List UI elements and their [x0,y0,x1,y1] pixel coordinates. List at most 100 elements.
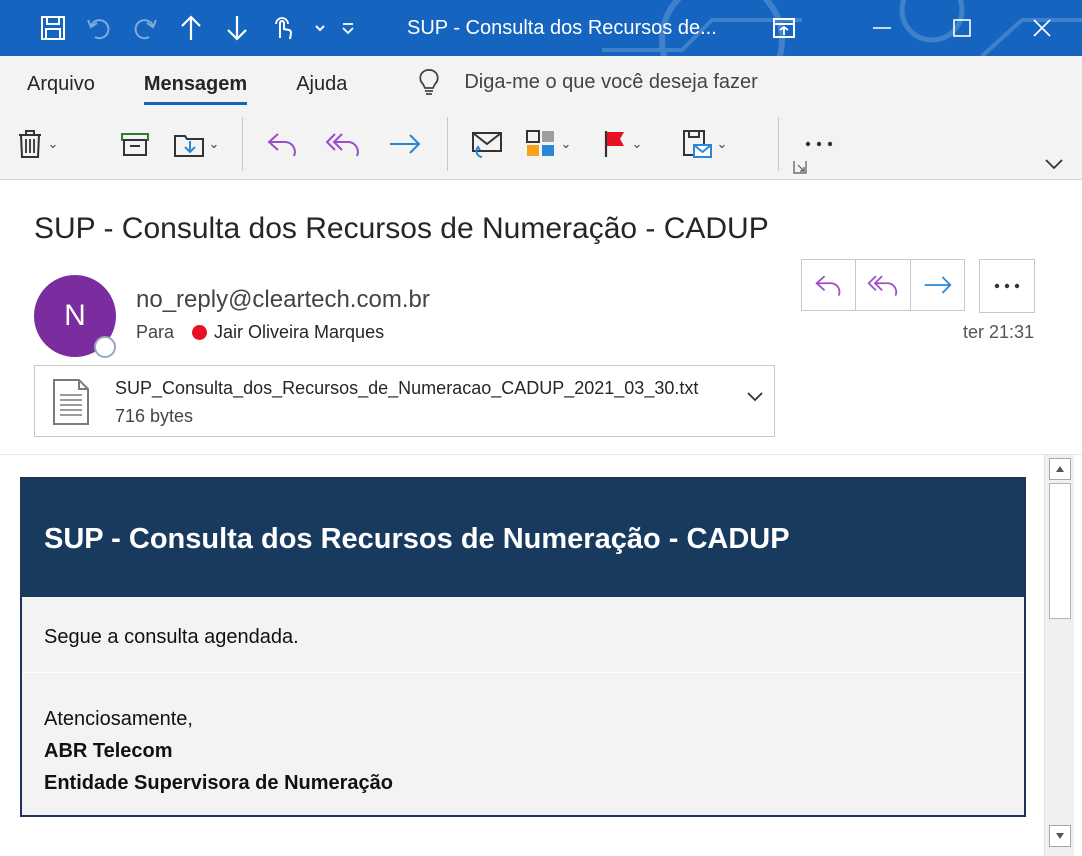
assign-policy-button[interactable]: ⌄ [664,116,744,172]
toolbar-separator [242,116,243,171]
move-icon [173,134,204,157]
chevron-down-icon: ⌄ [560,135,572,151]
dialog-launcher-icon [793,161,807,174]
close-button[interactable] [1002,0,1082,56]
save-button[interactable] [30,0,76,56]
reply-button[interactable] [253,116,313,172]
forward-button[interactable] [373,116,437,172]
flag-icon [604,130,624,157]
message-actions [801,259,965,311]
up-arrow-icon [181,15,201,40]
email-banner-title: SUP - Consulta dos Recursos de Numeração… [22,479,1024,597]
customize-qat-button[interactable] [334,0,362,56]
archive-button[interactable] [110,116,160,172]
forward-icon [924,276,952,294]
signature-org-sub: Entidade Supervisora de Numeração [44,772,394,794]
vertical-scrollbar[interactable] [1044,455,1074,856]
ribbon-toolbar: ⌄ ⌄ ⌄ ⌄ ⌄ [0,108,1082,180]
respond-button[interactable] [458,116,516,172]
lightbulb-icon [419,69,439,95]
reply-all-button[interactable] [313,116,373,172]
attachment-card[interactable]: SUP_Consulta_dos_Recursos_de_Numeracao_C… [34,365,775,437]
chevron-down-icon: ⌄ [631,135,643,151]
reply-all-icon [325,132,359,156]
reply-button[interactable] [801,259,856,311]
previous-item-button[interactable] [168,0,214,56]
email-intro-text: Segue a consulta agendada. [22,597,1024,673]
move-button[interactable]: ⌄ [160,116,232,172]
maximize-button[interactable] [922,0,1002,56]
message-subject: SUP - Consulta dos Recursos de Numeração… [34,212,769,245]
email-signature: Atenciosamente, ABR Telecom Entidade Sup… [22,673,1024,799]
follow-up-flag-button[interactable]: ⌄ [580,116,664,172]
assign-policy-icon [682,129,712,158]
maximize-icon [953,19,971,37]
tell-me-search[interactable]: Diga-me o que você deseja fazer [418,68,758,96]
delete-icon [18,129,41,158]
forward-button[interactable] [911,259,965,311]
more-actions-button[interactable] [979,259,1035,313]
chevron-down-icon: ⌄ [47,135,59,151]
chevron-down-icon: ⌄ [208,135,220,151]
more-icon [805,141,833,146]
forward-icon [390,133,421,154]
redo-button[interactable] [122,0,168,56]
recipient-line: Para Jair Oliveira Marques [136,322,384,343]
toolbar-separator [447,116,448,171]
window-title: SUP - Consulta dos Recursos de... [407,17,717,39]
triangle-up-icon [1056,466,1064,472]
attachment-name: SUP_Consulta_dos_Recursos_de_Numeracao_C… [115,378,699,398]
scroll-thumb[interactable] [1049,483,1071,619]
email-card: SUP - Consulta dos Recursos de Numeração… [20,477,1026,817]
minimize-button[interactable] [842,0,922,56]
touch-mode-icon [275,17,292,40]
scroll-down-button[interactable] [1049,825,1071,847]
attachment-options-button[interactable] [746,390,764,408]
recipient-presence-dot [192,325,208,340]
scroll-up-button[interactable] [1049,458,1071,480]
chevron-down-icon: ⌄ [716,135,728,151]
tab-ajuda[interactable]: Ajuda [296,56,347,108]
more-icon [994,283,1020,289]
delete-dropdown[interactable] [74,116,110,172]
group-launcher-button[interactable] [793,160,807,179]
avatar-initial: N [64,299,86,332]
undo-icon [87,19,110,40]
chevron-down-icon [315,25,325,32]
reply-all-icon [867,275,898,297]
toolbar-separator [778,116,779,171]
sender-address[interactable]: no_reply@cleartech.com.br [136,286,430,314]
undo-button[interactable] [76,0,122,56]
text-file-icon [53,379,89,425]
ribbon-display-options-button[interactable] [746,0,822,56]
collapse-ribbon-button[interactable] [1044,157,1064,175]
archive-icon [121,132,149,156]
ribbon-tabs: Arquivo Mensagem Ajuda Diga-me o que voc… [0,56,1082,108]
tab-mensagem[interactable]: Mensagem [143,56,248,108]
message-body: SUP - Consulta dos Recursos de Numeração… [0,454,1082,856]
next-item-button[interactable] [214,0,260,56]
presence-indicator [94,336,116,358]
chevron-down-icon [747,392,763,402]
delete-button[interactable]: ⌄ [0,116,74,172]
save-icon [41,16,65,40]
close-icon [1033,19,1051,37]
ribbon-display-icon [773,18,795,38]
reply-all-button[interactable] [856,259,911,311]
touch-mode-dropdown[interactable] [306,0,334,56]
tab-arquivo[interactable]: Arquivo [27,56,95,108]
customize-qat-icon [342,23,354,35]
quick-access-toolbar [0,0,362,56]
to-label: Para [136,322,175,342]
title-bar: SUP - Consulta dos Recursos de... [0,0,1082,56]
window-controls [746,0,1082,56]
recipient-name[interactable]: Jair Oliveira Marques [214,322,384,343]
touch-mode-button[interactable] [260,0,306,56]
down-arrow-icon [227,16,247,41]
tell-me-placeholder: Diga-me o que você deseja fazer [464,70,758,93]
reply-icon [814,275,840,296]
minimize-icon [873,27,891,29]
received-time: ter 21:31 [962,322,1034,342]
categorize-button[interactable]: ⌄ [516,116,580,172]
reply-icon [267,132,296,156]
